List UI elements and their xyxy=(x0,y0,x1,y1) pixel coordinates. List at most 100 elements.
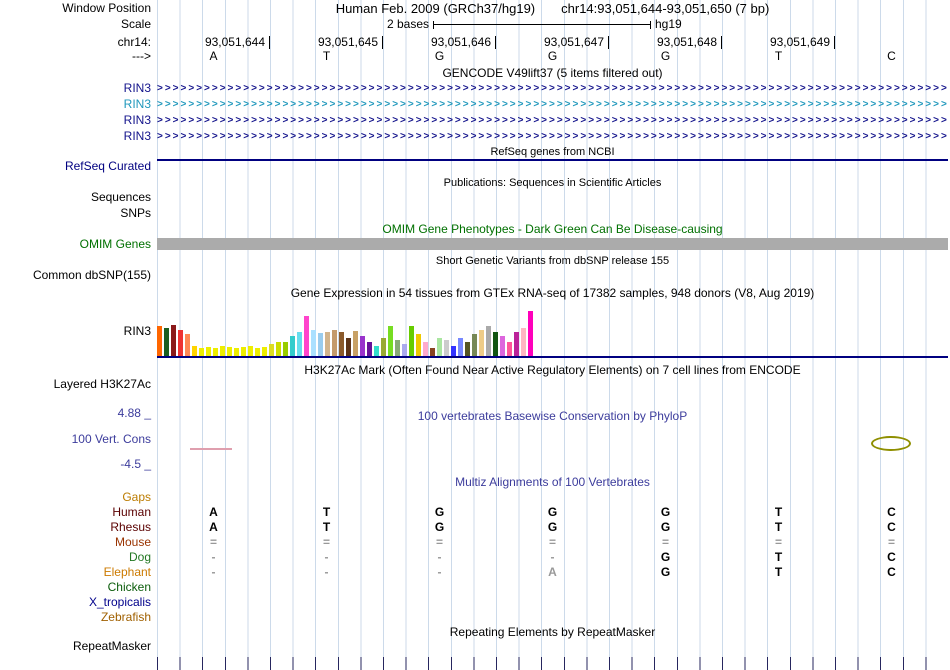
gtex-expression-bar[interactable] xyxy=(458,338,463,356)
gtex-expression-bar[interactable] xyxy=(283,342,288,356)
conservation-track-title[interactable]: 100 vertebrates Basewise Conservation by… xyxy=(157,410,948,423)
gtex-expression-bar[interactable] xyxy=(521,328,526,356)
gtex-expression-bar[interactable] xyxy=(157,326,162,356)
gtex-expression-bar[interactable] xyxy=(332,330,337,356)
species-label[interactable]: X_tropicalis xyxy=(0,596,151,609)
refseq-gene-bar[interactable] xyxy=(157,159,948,161)
gtex-expression-bar[interactable] xyxy=(395,340,400,356)
species-label[interactable]: Zebrafish xyxy=(0,611,151,624)
alignment-base: C xyxy=(887,565,896,579)
ruler-coordinate: 93,051,646 xyxy=(383,36,496,49)
gtex-expression-bar[interactable] xyxy=(479,330,484,356)
omim-track-title[interactable]: OMIM Gene Phenotypes - Dark Green Can Be… xyxy=(157,223,948,236)
transcript-arrows[interactable]: >>>>>>>>>>>>>>>>>>>>>>>>>>>>>>>>>>>>>>>>… xyxy=(157,82,948,95)
snps-track-label[interactable]: SNPs xyxy=(0,207,151,220)
gtex-expression-bar[interactable] xyxy=(304,316,309,356)
gencode-track-title[interactable]: GENCODE V49lift37 (5 items filtered out) xyxy=(157,67,948,80)
gtex-expression-bar[interactable] xyxy=(514,332,519,356)
sequences-track-label[interactable]: Sequences xyxy=(0,191,151,204)
gtex-expression-bar[interactable] xyxy=(290,336,295,356)
species-label[interactable]: Elephant xyxy=(0,566,151,579)
gtex-expression-bar[interactable] xyxy=(164,328,169,356)
gtex-expression-bar[interactable] xyxy=(437,338,442,356)
alignment-base: - xyxy=(324,550,329,564)
species-label[interactable]: Rhesus xyxy=(0,521,151,534)
gtex-expression-bar[interactable] xyxy=(472,334,477,356)
gtex-expression-bar[interactable] xyxy=(206,347,211,356)
gtex-expression-bar[interactable] xyxy=(367,342,372,356)
gene-track-label[interactable]: RIN3 xyxy=(0,82,151,95)
omim-genes-label[interactable]: OMIM Genes xyxy=(0,238,151,251)
gtex-expression-bar[interactable] xyxy=(346,338,351,356)
species-label[interactable]: Chicken xyxy=(0,581,151,594)
gtex-expression-bar[interactable] xyxy=(234,348,239,356)
gtex-gene-label[interactable]: RIN3 xyxy=(0,325,151,338)
gtex-expression-bar[interactable] xyxy=(388,326,393,356)
gtex-expression-bar[interactable] xyxy=(465,342,470,356)
gtex-expression-bar[interactable] xyxy=(409,326,414,356)
gtex-expression-bar[interactable] xyxy=(416,334,421,356)
gtex-expression-bar[interactable] xyxy=(311,330,316,356)
repeatmasker-track-title[interactable]: Repeating Elements by RepeatMasker xyxy=(157,626,948,639)
gtex-expression-barchart[interactable] xyxy=(157,306,948,356)
transcript-arrows[interactable]: >>>>>>>>>>>>>>>>>>>>>>>>>>>>>>>>>>>>>>>>… xyxy=(157,114,948,127)
gtex-expression-bar[interactable] xyxy=(262,347,267,356)
alignment-base: G xyxy=(660,550,671,564)
refseq-curated-label[interactable]: RefSeq Curated xyxy=(0,160,151,173)
gtex-expression-bar[interactable] xyxy=(192,346,197,356)
gtex-expression-bar[interactable] xyxy=(528,311,533,356)
gtex-expression-bar[interactable] xyxy=(255,348,260,356)
gtex-expression-bar[interactable] xyxy=(178,330,183,356)
dbsnp-track-title[interactable]: Short Genetic Variants from dbSNP releas… xyxy=(157,255,948,268)
species-label[interactable]: Human xyxy=(0,506,151,519)
gtex-expression-bar[interactable] xyxy=(269,344,274,356)
gtex-expression-bar[interactable] xyxy=(199,348,204,356)
alignment-base: C xyxy=(887,505,896,519)
gtex-expression-bar[interactable] xyxy=(381,338,386,356)
alignment-base: = xyxy=(435,535,443,549)
conservation-track-label[interactable]: 100 Vert. Cons xyxy=(0,433,151,446)
gtex-expression-bar[interactable] xyxy=(171,325,176,356)
alignment-base: A xyxy=(209,520,218,534)
gtex-expression-bar[interactable] xyxy=(374,346,379,356)
gtex-expression-bar[interactable] xyxy=(500,336,505,356)
gtex-expression-bar[interactable] xyxy=(297,332,302,356)
gtex-expression-bar[interactable] xyxy=(318,333,323,356)
gtex-track-title[interactable]: Gene Expression in 54 tissues from GTEx … xyxy=(157,287,948,300)
gtex-expression-bar[interactable] xyxy=(507,342,512,356)
gtex-expression-bar[interactable] xyxy=(451,346,456,356)
species-label[interactable]: Mouse xyxy=(0,536,151,549)
gtex-expression-bar[interactable] xyxy=(493,332,498,356)
gene-track-label[interactable]: RIN3 xyxy=(0,130,151,143)
gtex-expression-bar[interactable] xyxy=(241,347,246,356)
gtex-expression-bar[interactable] xyxy=(353,331,358,356)
gtex-expression-bar[interactable] xyxy=(430,348,435,356)
gtex-expression-bar[interactable] xyxy=(248,346,253,356)
gtex-expression-bar[interactable] xyxy=(423,342,428,356)
refseq-track-title[interactable]: RefSeq genes from NCBI xyxy=(157,146,948,159)
repeatmasker-label[interactable]: RepeatMasker xyxy=(0,640,151,653)
gtex-expression-bar[interactable] xyxy=(339,332,344,356)
publications-track-title[interactable]: Publications: Sequences in Scientific Ar… xyxy=(157,177,948,190)
gtex-expression-bar[interactable] xyxy=(213,348,218,356)
gtex-expression-bar[interactable] xyxy=(185,334,190,356)
species-label[interactable]: Dog xyxy=(0,551,151,564)
layered-h3k27ac-label[interactable]: Layered H3K27Ac xyxy=(0,378,151,391)
species-label[interactable]: Gaps xyxy=(0,491,151,504)
h3k27ac-track-title[interactable]: H3K27Ac Mark (Often Found Near Active Re… xyxy=(157,364,948,377)
gtex-expression-bar[interactable] xyxy=(360,336,365,356)
transcript-arrows[interactable]: >>>>>>>>>>>>>>>>>>>>>>>>>>>>>>>>>>>>>>>>… xyxy=(157,130,948,143)
gtex-expression-bar[interactable] xyxy=(276,342,281,356)
gtex-expression-bar[interactable] xyxy=(325,332,330,356)
gtex-expression-bar[interactable] xyxy=(402,344,407,356)
transcript-arrows[interactable]: >>>>>>>>>>>>>>>>>>>>>>>>>>>>>>>>>>>>>>>>… xyxy=(157,98,948,111)
omim-gene-bar[interactable] xyxy=(157,238,948,250)
gene-track-label[interactable]: RIN3 xyxy=(0,114,151,127)
gtex-expression-bar[interactable] xyxy=(444,340,449,356)
common-dbsnp-label[interactable]: Common dbSNP(155) xyxy=(0,269,151,282)
multiz-track-title[interactable]: Multiz Alignments of 100 Vertebrates xyxy=(157,476,948,489)
gtex-expression-bar[interactable] xyxy=(227,347,232,356)
gtex-expression-bar[interactable] xyxy=(220,346,225,356)
gtex-expression-bar[interactable] xyxy=(486,326,491,356)
gene-track-label[interactable]: RIN3 xyxy=(0,98,151,111)
